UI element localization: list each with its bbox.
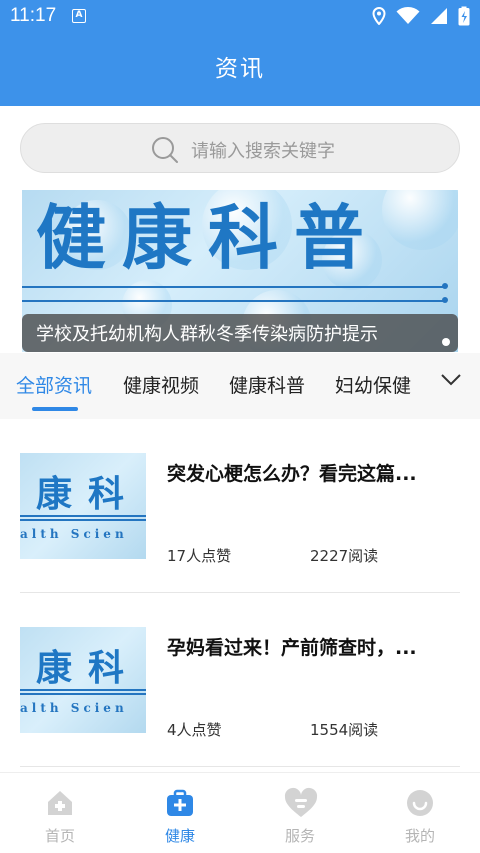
header: 资讯 [0,32,480,106]
article-likes: 4人点赞 [167,721,222,739]
thumbnail-subtext: alth Scien [20,701,128,715]
battery-icon [458,6,470,26]
nav-health[interactable]: 健康 [120,773,240,853]
sim-badge-icon: A [72,9,86,23]
article-reads: 2227阅读 [310,547,379,565]
thumbnail-heading: 康科 [36,647,141,689]
carousel-indicator[interactable] [442,338,450,346]
tab-health-science[interactable]: 健康科普 [229,371,305,398]
location-icon [372,7,386,25]
banner-rule [22,286,446,288]
banner-caption-bar: 学校及托幼机构人群秋冬季传染病防护提示 [22,314,458,352]
bottom-nav: 首页 健康 服务 我的 [0,772,480,853]
nav-service-label: 服务 [284,827,315,845]
profile-icon [407,790,433,816]
status-icons [372,6,470,26]
nav-profile[interactable]: 我的 [360,773,480,853]
thumbnail-subtext: alth Scien [20,527,128,541]
active-tab-indicator [32,407,78,411]
banner-heading: 健康科普 [36,196,380,279]
list-item[interactable]: 康科 alth Scien 孕妈看过来！产前筛查时，... 4人点赞 1554阅… [0,593,480,767]
banner-rule [22,300,446,302]
wifi-icon [396,7,420,24]
search-placeholder[interactable]: 请输入搜索关键字 [191,137,335,163]
tab-maternal-child[interactable]: 妇幼保健 [335,371,411,398]
category-tabs: 全部资讯 健康视频 健康科普 妇幼保健 [0,353,480,419]
article-thumbnail: 康科 alth Scien [20,627,146,733]
tab-health-video[interactable]: 健康视频 [123,371,199,398]
nav-home-label: 首页 [44,827,75,845]
tab-all-news[interactable]: 全部资讯 [16,371,92,398]
article-title[interactable]: 孕妈看过来！产前筛查时，... [167,633,457,660]
thumbnail-rule [20,689,146,691]
status-bar: 11:17 A [0,0,480,32]
thumbnail-rule [20,515,146,517]
article-thumbnail: 康科 alth Scien [20,453,146,559]
signal-icon [431,8,447,24]
article-title[interactable]: 突发心梗怎么办？看完这篇... [167,459,457,486]
divider [20,766,460,767]
list-item[interactable]: 康科 alth Scien 突发心梗怎么办？看完这篇... 17人点赞 2227… [0,419,480,593]
nav-profile-label: 我的 [404,827,435,845]
search-icon [152,137,178,163]
nav-health-label: 健康 [164,827,195,845]
chevron-down-icon[interactable] [440,373,462,387]
thumbnail-rule [20,693,146,695]
thumbnail-rule [20,519,146,521]
banner-caption: 学校及托幼机构人群秋冬季传染病防护提示 [36,324,378,345]
home-icon [48,791,72,815]
heart-service-icon [284,787,318,817]
banner-carousel[interactable]: 健康科普 学校及托幼机构人群秋冬季传染病防护提示 [22,190,458,352]
page-title: 资讯 [215,56,265,82]
nav-service[interactable]: 服务 [240,773,360,853]
article-likes: 17人点赞 [167,547,232,565]
thumbnail-heading: 康科 [36,473,141,515]
article-reads: 1554阅读 [310,721,379,739]
medical-kit-icon [167,789,193,816]
search-bar[interactable]: 请输入搜索关键字 [20,123,460,173]
nav-home[interactable]: 首页 [0,773,120,853]
status-time: 11:17 [10,5,57,26]
banner-dot [442,283,448,289]
banner-dot [442,297,448,303]
